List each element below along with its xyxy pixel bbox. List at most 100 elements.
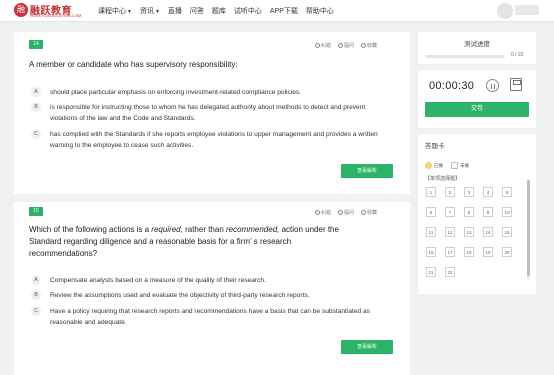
answer-sheet-cell[interactable]: 8 — [464, 207, 474, 217]
answer-sheet-cell[interactable]: 22 — [445, 267, 455, 277]
logo-subtext: RONGYUEDUCATION.COM — [30, 13, 82, 18]
question-tools: 纠错 提问 收藏 — [315, 209, 377, 216]
nav-item[interactable]: APP下载 — [270, 6, 298, 16]
answer-sheet-cell[interactable]: 2 — [445, 187, 455, 197]
legend-undone-label: 未做 — [460, 162, 469, 168]
user-avatar[interactable] — [497, 3, 513, 19]
nav-item-label: 课程中心 — [98, 8, 126, 15]
question-number-badge: 14 — [29, 40, 43, 49]
nav-item[interactable]: 问答 — [190, 6, 204, 16]
option-text: is responsible for instructing those to … — [50, 104, 366, 122]
view-explanation-button[interactable]: 查看解析 — [341, 340, 393, 354]
option-letter: A — [31, 87, 41, 97]
option-c[interactable]: C has complied with the Standards if she… — [31, 129, 391, 153]
nav-item[interactable]: 资讯▼ — [140, 6, 160, 16]
ask-question-label: 提问 — [344, 43, 355, 49]
question-stem: A member or candidate who has supervisor… — [29, 59, 389, 71]
stem-part: Which of the following actions is a — [29, 225, 152, 234]
save-icon[interactable] — [510, 78, 522, 91]
report-error-label: 纠错 — [321, 43, 332, 49]
legend-undone: 未做 — [451, 162, 469, 169]
option-text: has complied with the Standards if she r… — [50, 131, 378, 149]
nav-item-label: 直播 — [167, 8, 182, 15]
option-b[interactable]: B Review the assumptions used and evalua… — [31, 290, 391, 302]
favorite-button[interactable]: 收藏 — [361, 42, 377, 49]
answer-sheet-cell[interactable]: 20 — [502, 247, 512, 257]
report-error-icon — [315, 210, 320, 215]
logo-mark[interactable]: 融 — [14, 3, 28, 17]
question-stem-text: A member or candidate who has supervisor… — [29, 60, 238, 69]
report-error-label: 纠错 — [321, 210, 332, 216]
answer-sheet-cell[interactable]: 10 — [502, 207, 512, 217]
nav-item-label: APP下载 — [269, 8, 298, 15]
favorite-label: 收藏 — [367, 210, 378, 216]
answer-sheet-cell[interactable]: 6 — [426, 207, 436, 217]
answer-sheet-scrollbar[interactable] — [527, 180, 530, 280]
star-icon — [361, 210, 367, 215]
report-error-button[interactable]: 纠错 — [315, 42, 331, 49]
ask-question-icon — [338, 210, 344, 215]
report-error-button[interactable]: 纠错 — [315, 209, 331, 216]
answer-sheet-cell[interactable]: 15 — [502, 227, 512, 237]
ask-question-button[interactable]: 提问 — [338, 209, 354, 216]
nav-item[interactable]: 题库 — [212, 6, 226, 16]
answer-sheet-cell[interactable]: 3 — [464, 187, 474, 197]
stem-emphasis: required, — [151, 225, 183, 234]
question-number-badge: 15 — [29, 207, 43, 216]
elapsed-time: 00:00:30 — [429, 80, 475, 92]
option-letter: C — [31, 129, 41, 139]
ask-question-icon — [338, 43, 344, 48]
answer-sheet-cell[interactable]: 9 — [483, 207, 493, 217]
ask-question-label: 提问 — [344, 210, 355, 216]
answer-sheet-cell[interactable]: 16 — [426, 247, 436, 257]
nav-item[interactable]: 帮助中心 — [306, 6, 334, 16]
nav-item[interactable]: 直播 — [168, 6, 182, 16]
answer-sheet-cell[interactable]: 13 — [464, 227, 474, 237]
test-progress-card: 测试进度 0 / 22 — [418, 32, 536, 64]
answer-sheet-cell[interactable]: 11 — [426, 227, 436, 237]
stem-part: rather than — [182, 225, 226, 234]
answer-sheet-cell[interactable]: 14 — [483, 227, 493, 237]
scrollbar-thumb[interactable] — [527, 180, 530, 276]
answer-sheet-cell[interactable]: 4 — [483, 187, 493, 197]
option-text: Have a policy requiring that research re… — [50, 308, 370, 326]
option-c[interactable]: C Have a policy requiring that research … — [31, 306, 391, 330]
answer-sheet-cell[interactable]: 5 — [502, 187, 512, 197]
option-text: Review the assumptions used and evaluate… — [50, 292, 310, 299]
answer-sheet-cell[interactable]: 19 — [483, 247, 493, 257]
answer-sheet-cell[interactable]: 1 — [426, 187, 436, 197]
progress-bar — [425, 55, 505, 58]
chevron-down-icon: ▼ — [127, 9, 132, 15]
option-text: should place particular emphasis on enfo… — [50, 89, 302, 96]
submit-exam-button[interactable]: 交卷 — [425, 102, 529, 117]
progress-title: 测试进度 — [464, 41, 490, 48]
option-a[interactable]: A Compensate analysts based on a measure… — [31, 275, 391, 287]
top-navigation-bar: 融 融跃教育 RONGYUEDUCATION.COM 课程中心▼ 资讯▼ 直播 问答题… — [0, 0, 554, 22]
user-name-placeholder[interactable] — [515, 5, 539, 15]
legend-done: 已做 — [425, 162, 443, 169]
star-icon — [361, 43, 367, 48]
option-a[interactable]: A should place particular emphasis on en… — [31, 87, 391, 99]
answer-sheet-cell[interactable]: 21 — [426, 267, 436, 277]
option-letter: C — [31, 306, 41, 316]
question-divider — [14, 194, 410, 202]
pause-icon[interactable] — [486, 79, 499, 92]
favorite-button[interactable]: 收藏 — [361, 209, 377, 216]
favorite-label: 收藏 — [367, 43, 378, 49]
question-stem: Which of the following actions is a requ… — [29, 224, 354, 260]
question-panel: 14 纠错 提问 收藏 A member or candidate who ha… — [14, 32, 410, 375]
answer-sheet-cell[interactable]: 7 — [445, 207, 455, 217]
view-explanation-button[interactable]: 查看解析 — [341, 164, 393, 178]
nav-item[interactable]: 课程中心▼ — [98, 6, 132, 16]
answer-sheet-cell[interactable]: 12 — [445, 227, 455, 237]
ask-question-button[interactable]: 提问 — [338, 42, 354, 49]
option-b[interactable]: B is responsible for instructing those t… — [31, 102, 391, 126]
nav-item-label: 试听中心 — [233, 8, 262, 15]
option-letter: B — [31, 102, 41, 112]
stem-emphasis: recommended, — [226, 225, 280, 234]
answer-sheet-cell[interactable]: 17 — [445, 247, 455, 257]
timer-card: 00:00:30 交卷 — [418, 70, 536, 128]
answer-sheet-card: 答题卡 已做 未做 【单项选择题】 1 2 3 4 5 6 7 8 9 10 11 12 13 14 15 1… — [418, 134, 536, 294]
nav-item[interactable]: 试听中心 — [234, 6, 262, 16]
answer-sheet-cell[interactable]: 18 — [464, 247, 474, 257]
